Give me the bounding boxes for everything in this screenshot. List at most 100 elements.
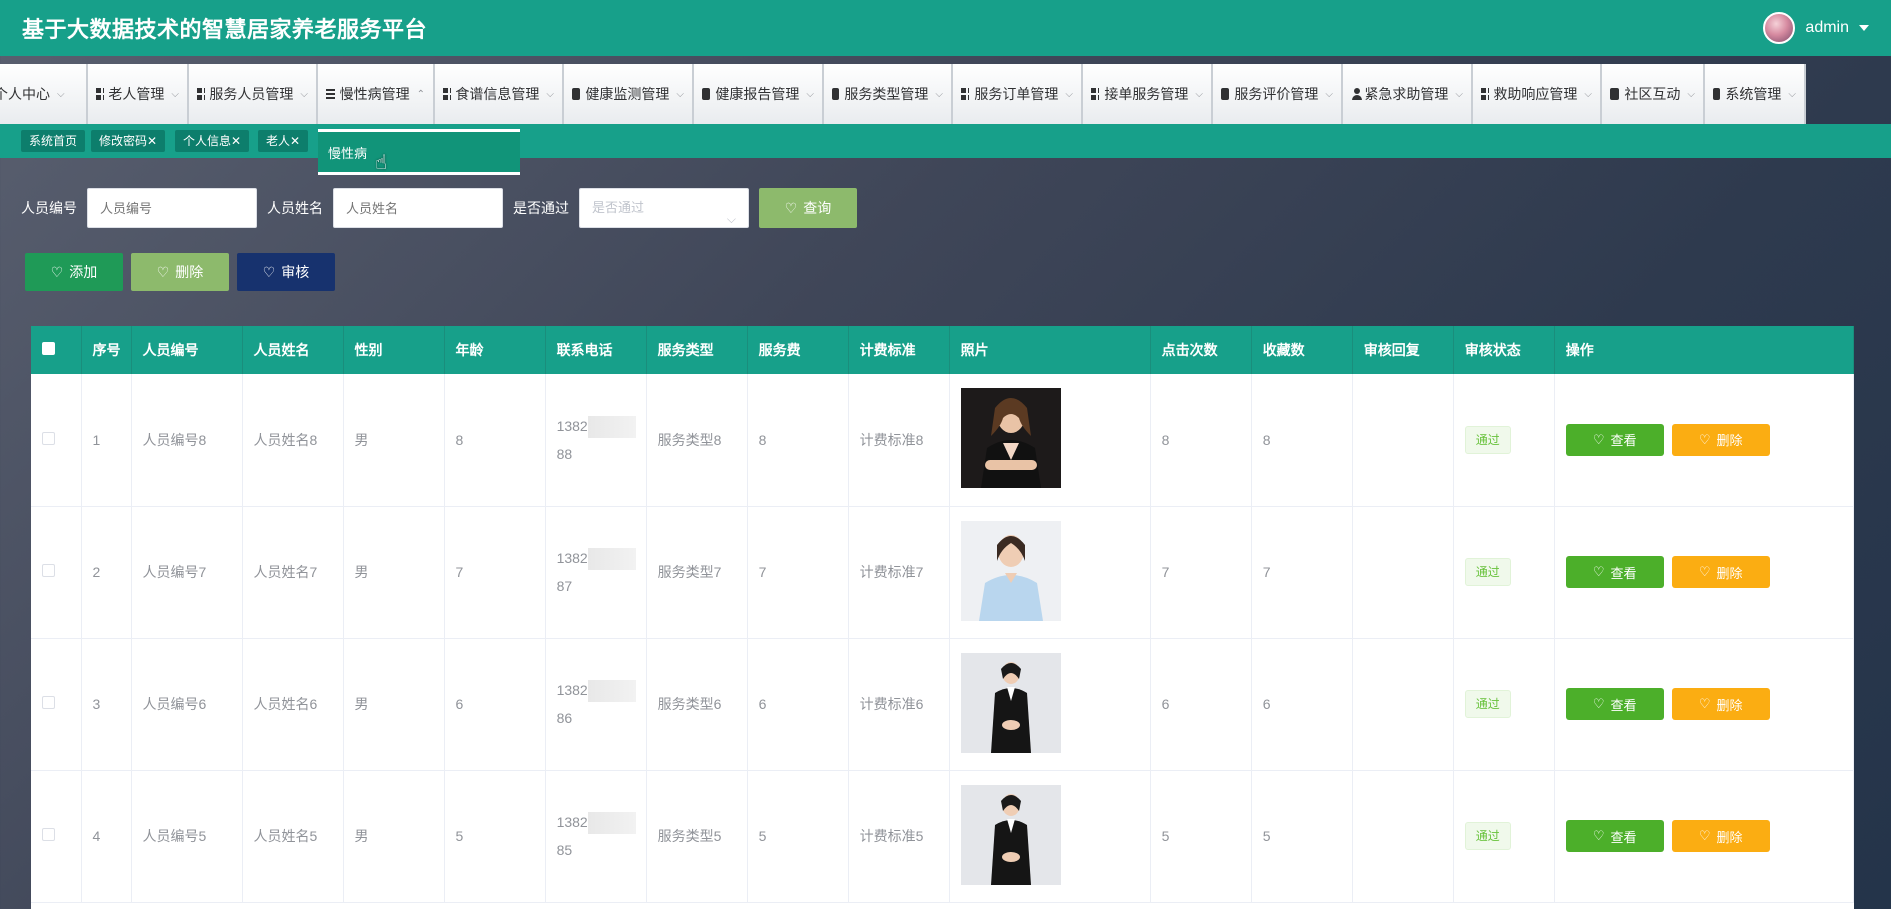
tag-change-password[interactable]: 修改密码✕ bbox=[91, 130, 166, 152]
id-cell: 人员编号8 bbox=[131, 374, 243, 507]
favorites-cell: 7 bbox=[1251, 506, 1353, 639]
woman-blue-shirt-photo bbox=[960, 520, 1061, 621]
nav-item-community[interactable]: 社区互动 ⌵ bbox=[1602, 64, 1705, 124]
nav-item-health-report[interactable]: 健康报告管理 ⌵ bbox=[694, 64, 824, 124]
person-id-input[interactable] bbox=[87, 188, 257, 228]
delete-button[interactable]: ♡ 删除 bbox=[1671, 423, 1770, 456]
caret-down-icon[interactable] bbox=[1859, 25, 1869, 31]
row-select-cell[interactable] bbox=[31, 770, 82, 903]
nav-item-chronic-disease[interactable]: 慢性病管理 ⌃ bbox=[318, 64, 435, 124]
tag-personal-info[interactable]: 个人信息✕ bbox=[175, 130, 250, 152]
delete-button[interactable]: ♡ 删除 bbox=[1671, 688, 1770, 720]
view-label: 查看 bbox=[1610, 697, 1637, 713]
nav-item-recipe-management[interactable]: 食谱信息管理 ⌵ bbox=[435, 64, 564, 124]
row-checkbox[interactable] bbox=[42, 431, 55, 445]
select-all-cell[interactable] bbox=[31, 326, 82, 374]
operation-cell: ♡ 查看 ♡ 删除 bbox=[1554, 374, 1854, 507]
woman-black-suit-photo bbox=[960, 652, 1061, 753]
query-button[interactable]: ♡ 查询 bbox=[759, 188, 857, 228]
status-badge: 通过 bbox=[1464, 822, 1511, 850]
nav-label: 社区互动 bbox=[1624, 86, 1681, 102]
row-select-cell[interactable] bbox=[31, 506, 82, 639]
nav-item-system-management[interactable]: 系统管理 ⌵ bbox=[1705, 64, 1806, 124]
tag-elder[interactable]: 老人✕ bbox=[258, 130, 309, 152]
heart-icon: ♡ bbox=[50, 263, 64, 280]
nav-item-rescue-response[interactable]: 救助响应管理 ⌵ bbox=[1473, 64, 1602, 124]
nav-label: 紧急求助管理 bbox=[1364, 86, 1449, 102]
tag-home[interactable]: 系统首页 bbox=[21, 130, 86, 152]
person-name-input[interactable] bbox=[333, 188, 503, 228]
dropdown-item-chronic[interactable]: 慢性病 bbox=[318, 132, 520, 172]
delete-label: 删除 bbox=[1716, 829, 1743, 845]
chart-icon bbox=[572, 88, 581, 100]
view-button[interactable]: ♡ 查看 bbox=[1565, 556, 1664, 588]
delete-button[interactable]: ♡ 删除 bbox=[1671, 556, 1770, 588]
avatar[interactable] bbox=[1763, 12, 1796, 44]
reply-cell bbox=[1352, 374, 1454, 507]
username[interactable]: admin bbox=[1805, 19, 1849, 37]
type-cell: 服务类型6 bbox=[646, 638, 748, 771]
nav-item-personal-center[interactable]: 个人中心 ⌵ bbox=[0, 64, 88, 124]
heart-icon: ♡ bbox=[262, 263, 276, 280]
row-checkbox[interactable] bbox=[42, 828, 55, 841]
standard-cell: 计费标准5 bbox=[848, 770, 950, 903]
phone-prefix: 1382 bbox=[556, 682, 588, 698]
status-cell: 通过 bbox=[1453, 506, 1555, 639]
grid-icon bbox=[961, 88, 970, 100]
row-checkbox[interactable] bbox=[42, 564, 55, 577]
delete-button[interactable]: ♡ 删除 bbox=[1671, 820, 1770, 852]
type-cell: 服务类型8 bbox=[646, 374, 748, 507]
heart-icon: ♡ bbox=[1592, 696, 1605, 711]
view-button[interactable]: ♡ 查看 bbox=[1565, 820, 1664, 852]
row-checkbox[interactable] bbox=[42, 696, 55, 709]
delete-button-label: 删除 bbox=[175, 264, 204, 280]
nav-item-accept-service[interactable]: 接单服务管理 ⌵ bbox=[1083, 64, 1213, 124]
delete-label: 删除 bbox=[1716, 697, 1743, 713]
nav-label: 救助响应管理 bbox=[1493, 86, 1578, 102]
add-button[interactable]: ♡ 添加 bbox=[25, 253, 123, 291]
pass-select[interactable]: 是否通过 ⌵ bbox=[579, 188, 749, 228]
audit-button[interactable]: ♡ 审核 bbox=[237, 253, 335, 291]
view-label: 查看 bbox=[1610, 565, 1637, 581]
tags-bar: 系统首页 修改密码✕ 个人信息✕ 老人✕ bbox=[0, 124, 1891, 158]
name-label: 人员姓名 bbox=[267, 200, 323, 216]
chevron-down-icon: ⌵ bbox=[1325, 88, 1333, 100]
status-badge: 通过 bbox=[1464, 558, 1511, 586]
view-label: 查看 bbox=[1610, 433, 1637, 449]
row-select-cell[interactable] bbox=[31, 638, 82, 771]
folder-icon bbox=[702, 88, 711, 100]
nav-label: 系统管理 bbox=[1725, 86, 1782, 102]
phone-suffix: 85 bbox=[556, 842, 573, 858]
chevron-down-icon: ⌵ bbox=[1584, 88, 1592, 100]
clicks-cell: 7 bbox=[1150, 506, 1252, 639]
nav-item-elder-management[interactable]: 老人管理 ⌵ bbox=[88, 64, 189, 124]
nav-item-health-monitoring[interactable]: 健康监测管理 ⌵ bbox=[564, 64, 694, 124]
heart-icon: ♡ bbox=[1592, 431, 1605, 447]
chevron-down-icon: ⌵ bbox=[1065, 88, 1073, 100]
select-all-checkbox[interactable] bbox=[42, 342, 55, 355]
add-button-label: 添加 bbox=[69, 264, 98, 280]
bulk-delete-button[interactable]: ♡ 删除 bbox=[131, 253, 229, 291]
phone-cell: 1382 87 bbox=[545, 506, 647, 639]
phone-blur bbox=[587, 812, 636, 835]
row-select-cell[interactable] bbox=[31, 374, 82, 507]
nav-item-service-order[interactable]: 服务订单管理 ⌵ bbox=[953, 64, 1083, 124]
clipboard-icon bbox=[832, 88, 840, 100]
name-cell: 人员姓名8 bbox=[242, 374, 344, 507]
view-button[interactable]: ♡ 查看 bbox=[1565, 423, 1664, 456]
chevron-down-icon: ⌵ bbox=[1455, 88, 1463, 100]
nav-item-emergency-help[interactable]: 紧急求助管理 ⌵ bbox=[1343, 64, 1473, 124]
query-button-label: 查询 bbox=[803, 200, 832, 216]
column-header: 性别 bbox=[343, 326, 445, 374]
index-cell: 4 bbox=[81, 770, 132, 903]
view-button[interactable]: ♡ 查看 bbox=[1565, 688, 1664, 720]
gender-cell: 男 bbox=[343, 638, 445, 771]
nav-item-staff-management[interactable]: 服务人员管理 ⌵ bbox=[189, 64, 318, 124]
staff-table: 序号 人员编号 人员姓名 性别 年龄 联系电话 服务类型 服务费 计费标准 照片… bbox=[31, 326, 1854, 909]
nav-item-service-review[interactable]: 服务评价管理 ⌵ bbox=[1213, 64, 1343, 124]
delete-label: 删除 bbox=[1716, 565, 1743, 581]
user-menu[interactable]: admin bbox=[1763, 12, 1869, 44]
delete-label: 删除 bbox=[1716, 433, 1743, 449]
nav-item-service-type[interactable]: 服务类型管理 ⌵ bbox=[824, 64, 953, 124]
status-cell: 通过 bbox=[1453, 374, 1555, 507]
